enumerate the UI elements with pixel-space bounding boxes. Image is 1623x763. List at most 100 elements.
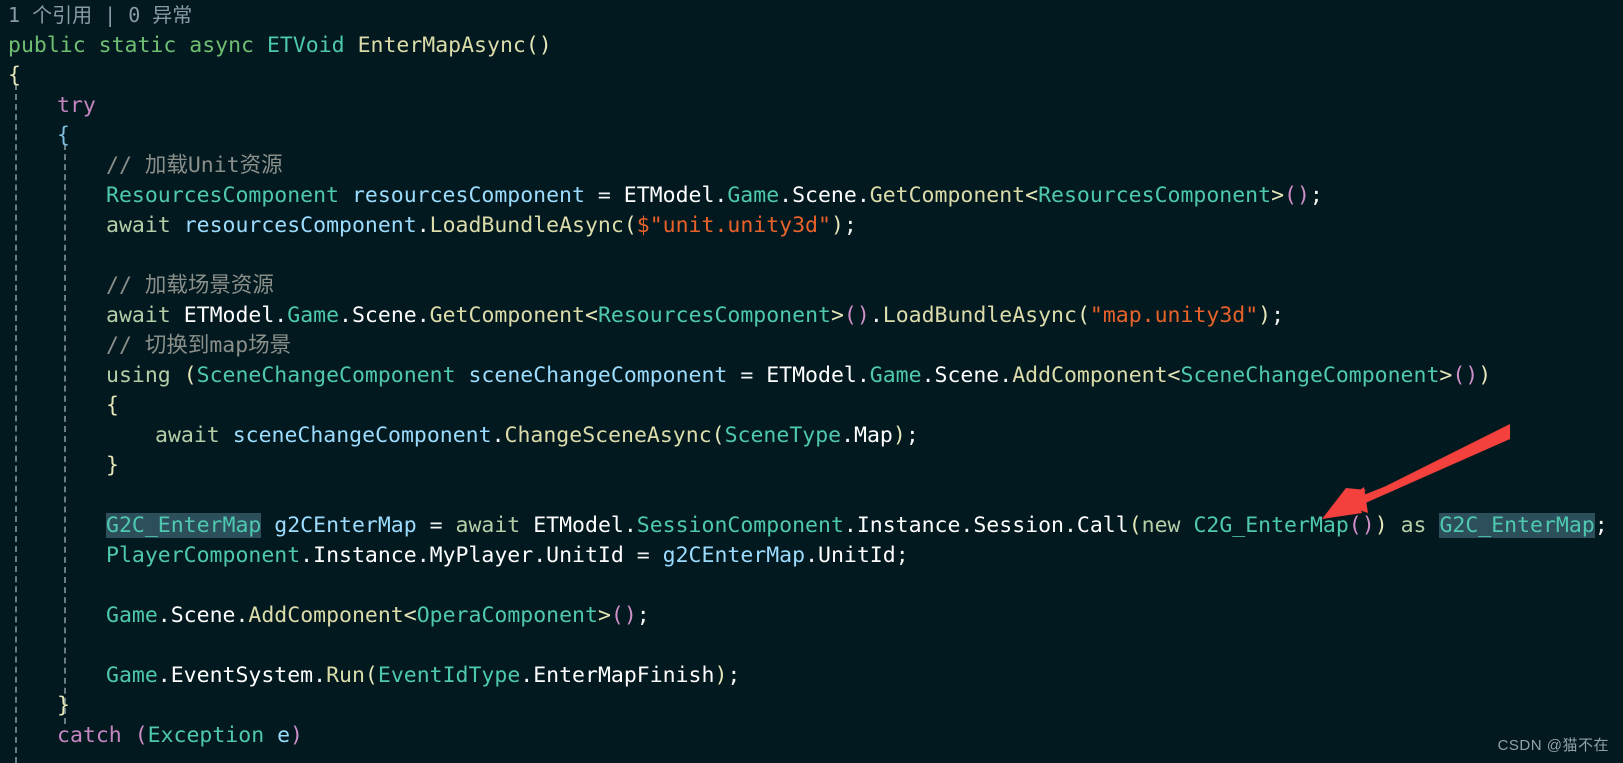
code-token: ETModel — [766, 363, 857, 388]
code-token: ; — [895, 543, 909, 568]
code-lines-container[interactable]: public static async ETVoid EnterMapAsync… — [0, 31, 1623, 751]
csdn-watermark: CSDN @猫不在 — [1497, 737, 1609, 754]
code-token: . — [416, 543, 430, 568]
code-token: ) — [830, 213, 844, 238]
code-token: $ — [636, 213, 650, 238]
code-token: . — [157, 663, 171, 688]
code-token: LoadBundleAsync — [882, 303, 1077, 328]
code-token: MyPlayer — [429, 543, 534, 568]
code-token: Call — [1076, 513, 1129, 538]
code-token: static — [98, 33, 177, 58]
code-token: ) — [1258, 303, 1272, 328]
code-token: ; — [1594, 513, 1608, 538]
code-token: SessionComponent — [636, 513, 844, 538]
code-line[interactable]: await ETModel.Game.Scene.GetComponent<Re… — [0, 301, 1623, 331]
code-line[interactable]: ResourcesComponent resourcesComponent = … — [0, 181, 1623, 211]
code-line[interactable]: public static async ETVoid EnterMapAsync… — [0, 31, 1623, 61]
code-line[interactable]: await sceneChangeComponent.ChangeSceneAs… — [0, 421, 1623, 451]
code-token: ; — [1271, 303, 1285, 328]
code-token: . — [274, 303, 288, 328]
code-token: . — [533, 543, 547, 568]
selected-token: G2C_EnterMap — [1439, 513, 1595, 538]
code-token: > — [597, 603, 611, 628]
code-token: ) — [1478, 363, 1492, 388]
code-line[interactable]: // 加载Unit资源 — [0, 151, 1623, 181]
code-token: ( — [364, 663, 378, 688]
code-line[interactable] — [0, 481, 1623, 511]
code-token: Instance — [313, 543, 417, 568]
code-token: . — [843, 513, 857, 538]
code-token: ) — [714, 663, 728, 688]
code-token: ; — [727, 663, 741, 688]
code-token: await — [106, 213, 171, 238]
code-token: . — [157, 603, 171, 628]
code-token: ResourcesComponent — [106, 183, 339, 208]
code-token: using — [106, 363, 171, 388]
code-line[interactable]: { — [0, 391, 1623, 421]
code-line[interactable]: // 切换到map场景 — [0, 331, 1623, 361]
code-line[interactable]: { — [0, 121, 1623, 151]
code-line[interactable]: // 加载场景资源 — [0, 271, 1623, 301]
code-token: . — [1063, 513, 1077, 538]
code-token: ) — [1374, 513, 1388, 538]
code-token: ResourcesComponent — [597, 303, 831, 328]
code-line[interactable]: Game.EventSystem.Run(EventIdType.EnterMa… — [0, 661, 1623, 691]
code-line[interactable]: G2C_EnterMap g2CEnterMap = await ETModel… — [0, 511, 1623, 541]
code-token: Game — [727, 183, 780, 208]
code-editor-screenshot: 1 个引用 | 0 异常 public static async ETVoid … — [0, 0, 1623, 763]
code-token: SceneChangeComponent — [196, 363, 456, 388]
code-line[interactable]: { — [0, 61, 1623, 91]
code-token: ; — [636, 603, 650, 628]
code-token: new — [1141, 513, 1181, 538]
code-token: Map — [854, 423, 893, 448]
code-token: resourcesComponent — [351, 183, 585, 208]
code-token: resourcesComponent — [183, 213, 417, 238]
code-token: AddComponent — [248, 603, 404, 628]
code-line[interactable]: } — [0, 451, 1623, 481]
code-token: Game — [869, 363, 922, 388]
code-line[interactable] — [0, 571, 1623, 601]
codelens-header[interactable]: 1 个引用 | 0 异常 — [0, 0, 1623, 30]
code-token: = — [584, 183, 624, 208]
code-token: ETModel — [533, 513, 624, 538]
code-token: GetComponent — [429, 303, 586, 328]
code-token: . — [300, 543, 314, 568]
code-token: Session — [973, 513, 1064, 538]
code-token: // 切换到map场景 — [106, 333, 292, 358]
code-token: Scene — [792, 183, 857, 208]
code-token: . — [869, 303, 883, 328]
code-line[interactable]: Game.Scene.AddComponent<OperaComponent>(… — [0, 601, 1623, 631]
code-line[interactable]: catch (Exception e) — [0, 721, 1623, 751]
code-token: "unit.unity3d" — [649, 213, 831, 238]
code-token: Scene — [351, 303, 417, 328]
code-token: . — [960, 513, 974, 538]
code-token: . — [623, 513, 637, 538]
code-line[interactable] — [0, 631, 1623, 661]
code-line[interactable]: await resourcesComponent.LoadBundleAsync… — [0, 211, 1623, 241]
code-line[interactable]: } — [0, 691, 1623, 721]
code-token: . — [779, 183, 793, 208]
code-token: UnitId — [818, 543, 896, 568]
code-line[interactable] — [0, 241, 1623, 271]
code-token: ChangeSceneAsync — [504, 423, 712, 448]
code-token: PlayerComponent — [106, 543, 301, 568]
code-token: as — [1400, 513, 1427, 538]
code-token: EventSystem — [170, 663, 314, 688]
code-line[interactable]: using (SceneChangeComponent sceneChangeC… — [0, 361, 1623, 391]
code-token: { — [8, 63, 21, 88]
code-token: . — [339, 303, 352, 328]
code-token: ETModel — [183, 303, 275, 328]
code-token: // 加载Unit资源 — [106, 153, 283, 178]
code-line[interactable]: PlayerComponent.Instance.MyPlayer.UnitId… — [0, 541, 1623, 571]
code-token: g2CEnterMap — [274, 513, 417, 538]
code-line[interactable]: try — [0, 91, 1623, 121]
selected-token: G2C_EnterMap — [106, 513, 262, 538]
